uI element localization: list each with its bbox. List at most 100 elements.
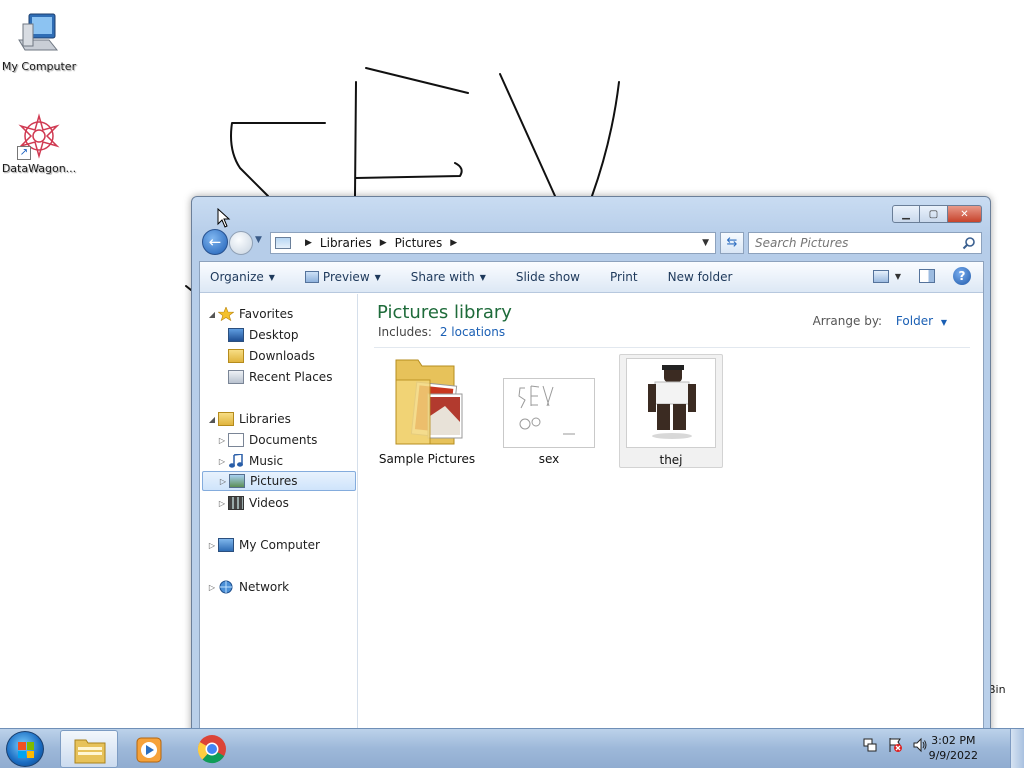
nav-videos[interactable]: ▷ Videos [216, 493, 289, 513]
taskbar-explorer-button[interactable] [60, 730, 118, 768]
refresh-button[interactable]: ⇆ [720, 232, 744, 254]
folder-icon [395, 359, 463, 445]
expand-icon[interactable]: ▷ [206, 541, 218, 550]
slide-show-button[interactable]: Slide show [516, 270, 580, 284]
nav-label: Music [249, 454, 284, 468]
nav-label: Network [239, 580, 290, 594]
close-icon: ✕ [960, 208, 969, 220]
preview-button[interactable]: Preview ▼ [304, 270, 381, 284]
nav-documents[interactable]: ▷ Documents [216, 430, 317, 450]
minimize-button[interactable]: ▁ [892, 205, 920, 223]
system-tray [862, 737, 937, 753]
nav-my-computer[interactable]: ▷ My Computer [206, 535, 320, 555]
file-item-thej[interactable]: thej [619, 354, 723, 468]
arrange-by-dropdown[interactable]: Folder [896, 314, 933, 328]
breadcrumb-pictures[interactable]: Pictures [395, 236, 443, 250]
pictures-library-icon [275, 237, 291, 249]
media-player-icon [136, 737, 162, 763]
nav-desktop[interactable]: Desktop [228, 325, 299, 345]
help-icon[interactable]: ? [953, 267, 971, 285]
preview-pane-icon[interactable] [919, 269, 935, 283]
downloads-folder-icon [228, 349, 244, 363]
windows-logo-icon [18, 742, 34, 758]
desktop-icon-datawagon[interactable]: ↗ DataWagon... [0, 112, 78, 175]
show-desktop-button[interactable] [1010, 729, 1024, 768]
chrome-icon [197, 735, 226, 764]
preview-icon [304, 271, 319, 283]
file-item-sex[interactable]: sex [497, 354, 601, 468]
start-button[interactable] [6, 731, 44, 767]
videos-icon [228, 496, 244, 510]
address-bar-row: ← ▼ ▶ Libraries ▶ Pictures ▶ ▼ ⇆ [200, 229, 984, 255]
share-with-label: Share with [410, 270, 475, 284]
organize-button[interactable]: Organize ▼ [210, 270, 275, 284]
computer-icon [218, 538, 234, 552]
network-status-icon[interactable] [862, 737, 878, 753]
nav-recent-places[interactable]: Recent Places [228, 367, 332, 387]
desktop-icon-label: DataWagon... [1, 162, 77, 175]
library-includes: Includes: 2 locations [378, 325, 505, 339]
expand-icon[interactable]: ▷ [216, 457, 228, 466]
shortcut-arrow-icon: ↗ [17, 146, 31, 160]
locations-link[interactable]: 2 locations [440, 325, 505, 339]
breadcrumb-separator-icon[interactable]: ▶ [450, 238, 457, 248]
expand-icon[interactable]: ▷ [206, 583, 218, 592]
file-item-label: Sample Pictures [378, 452, 476, 466]
print-button[interactable]: Print [610, 270, 638, 284]
arrange-label: Arrange by: [812, 314, 883, 328]
expand-icon[interactable]: ▷ [217, 477, 229, 486]
share-with-button[interactable]: Share with ▼ [411, 270, 486, 284]
maximize-button[interactable]: ▢ [920, 205, 948, 223]
chevron-down-icon: ▼ [255, 235, 262, 245]
breadcrumb-libraries[interactable]: Libraries [320, 236, 372, 250]
breadcrumb-separator-icon[interactable]: ▶ [380, 238, 387, 248]
clock-time: 3:02 PM [931, 734, 976, 747]
file-item-label: thej [659, 453, 683, 467]
close-button[interactable]: ✕ [948, 205, 982, 223]
includes-label: Includes: [378, 325, 432, 339]
address-dropdown-icon[interactable]: ▼ [702, 238, 709, 248]
expand-icon[interactable]: ◢ [206, 310, 218, 319]
nav-music[interactable]: ▷ Music [216, 451, 283, 471]
taskbar-clock[interactable]: 3:02 PM 9/9/2022 [929, 733, 978, 763]
new-folder-button[interactable]: New folder [668, 270, 733, 284]
recent-places-icon [228, 370, 244, 384]
action-center-flag-icon[interactable] [887, 737, 903, 753]
back-button[interactable]: ← [202, 229, 228, 255]
expand-icon[interactable]: ▷ [216, 499, 228, 508]
preview-label: Preview [322, 270, 370, 284]
expand-icon[interactable]: ▷ [216, 436, 228, 445]
back-arrow-icon: ← [208, 233, 222, 251]
search-icon[interactable] [962, 236, 976, 250]
expand-icon[interactable]: ◢ [206, 415, 218, 424]
explorer-content: Organize ▼ Preview ▼ Share with ▼ Slide sho… [199, 261, 984, 738]
nav-label: Favorites [239, 307, 294, 321]
network-icon [218, 580, 234, 594]
chevron-down-icon[interactable]: ▼ [895, 272, 901, 281]
star-icon [217, 306, 235, 322]
nav-downloads[interactable]: Downloads [228, 346, 315, 366]
minimize-icon: ▁ [902, 208, 910, 220]
desktop-icon-my-computer[interactable]: My Computer [0, 10, 78, 73]
nav-label: Pictures [250, 474, 298, 488]
search-input[interactable] [749, 233, 949, 253]
breadcrumb-separator-icon[interactable]: ▶ [305, 238, 312, 248]
nav-label: Desktop [249, 328, 299, 342]
chevron-down-icon[interactable]: ▼ [941, 318, 947, 327]
change-view-icon[interactable] [872, 269, 889, 283]
taskbar-media-player-button[interactable] [120, 730, 178, 768]
nav-favorites[interactable]: ◢ Favorites [206, 304, 293, 324]
file-item-sample-pictures[interactable]: Sample Pictures [375, 354, 479, 468]
nav-libraries[interactable]: ◢ Libraries [206, 409, 291, 429]
forward-button[interactable] [229, 231, 253, 255]
nav-network[interactable]: ▷ Network [206, 577, 289, 597]
libraries-icon [218, 412, 234, 426]
taskbar-chrome-button[interactable] [184, 730, 242, 768]
volume-icon[interactable] [912, 737, 928, 753]
nav-pictures[interactable]: ▷ Pictures [202, 471, 356, 491]
recent-pages-button[interactable]: ▼ [255, 235, 262, 245]
address-box[interactable]: ▶ Libraries ▶ Pictures ▶ ▼ [270, 232, 716, 254]
chevron-down-icon: ▼ [479, 272, 486, 282]
chevron-down-icon: ▼ [374, 272, 381, 282]
desktop-icon [228, 328, 244, 342]
